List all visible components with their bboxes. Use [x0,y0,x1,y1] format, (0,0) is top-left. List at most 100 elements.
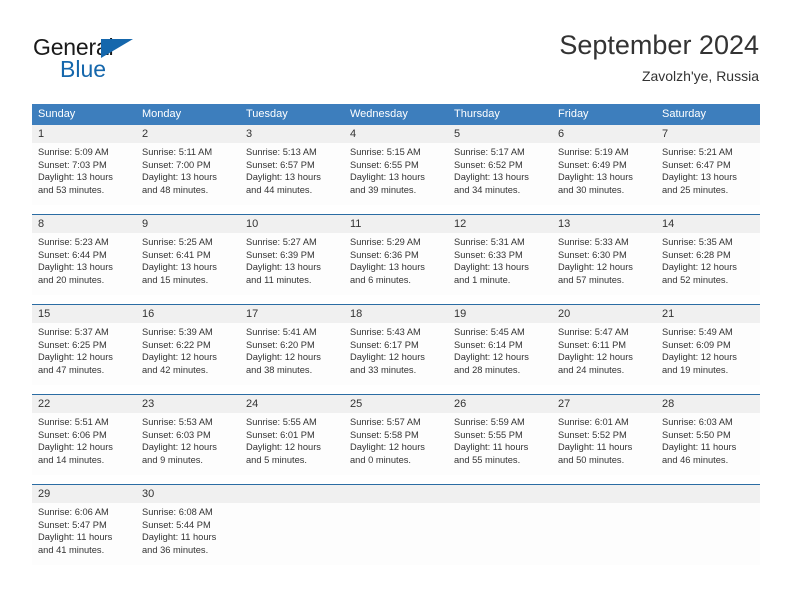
sunrise-text: Sunrise: 5:57 AM [350,417,421,427]
page-header: General Blue September 2024 Zavolzh'ye, … [0,0,792,100]
day-number[interactable]: 27 [552,395,656,413]
day-number[interactable]: 8 [32,215,136,233]
day-number[interactable]: 16 [136,305,240,323]
day-cell[interactable]: Sunrise: 5:47 AM Sunset: 6:11 PM Dayligh… [552,323,656,385]
brand-logo[interactable]: General Blue [33,34,243,86]
daylight-text-line2: and 48 minutes. [142,184,209,195]
day-number[interactable]: 5 [448,125,552,143]
day-cell[interactable]: Sunrise: 5:29 AM Sunset: 6:36 PM Dayligh… [344,233,448,295]
day-cell[interactable]: Sunrise: 5:59 AM Sunset: 5:55 PM Dayligh… [448,413,552,475]
day-cell[interactable]: Sunrise: 5:37 AM Sunset: 6:25 PM Dayligh… [32,323,136,385]
daylight-text-line1: Daylight: 12 hours [38,352,113,363]
daylight-text-line2: and 19 minutes. [662,364,729,375]
day-number[interactable]: 13 [552,215,656,233]
sunset-text: Sunset: 6:03 PM [142,429,211,440]
day-number[interactable]: 30 [136,485,240,503]
day-cell[interactable]: Sunrise: 6:01 AM Sunset: 5:52 PM Dayligh… [552,413,656,475]
daylight-text-line2: and 24 minutes. [558,364,625,375]
daylight-text-line2: and 36 minutes. [142,544,209,555]
daylight-text-line2: and 52 minutes. [662,274,729,285]
week-day-number-bar: 8 9 10 11 12 13 14 [32,215,760,233]
day-cell[interactable]: Sunrise: 5:57 AM Sunset: 5:58 PM Dayligh… [344,413,448,475]
day-number[interactable]: 14 [656,215,760,233]
day-number[interactable]: 23 [136,395,240,413]
daylight-text-line1: Daylight: 12 hours [662,262,737,273]
day-cell[interactable]: Sunrise: 6:03 AM Sunset: 5:50 PM Dayligh… [656,413,760,475]
sunset-text: Sunset: 6:09 PM [662,339,731,350]
day-number[interactable]: 4 [344,125,448,143]
sunset-text: Sunset: 6:49 PM [558,159,627,170]
sunrise-text: Sunrise: 5:09 AM [38,147,109,157]
day-cell[interactable]: Sunrise: 5:31 AM Sunset: 6:33 PM Dayligh… [448,233,552,295]
sunset-text: Sunset: 6:11 PM [558,339,627,350]
week-detail-bar: Sunrise: 5:23 AM Sunset: 6:44 PM Dayligh… [32,233,760,295]
day-number[interactable]: 7 [656,125,760,143]
day-cell[interactable]: Sunrise: 6:06 AM Sunset: 5:47 PM Dayligh… [32,503,136,565]
day-number[interactable]: 25 [344,395,448,413]
day-number[interactable]: 19 [448,305,552,323]
day-number[interactable]: 15 [32,305,136,323]
day-cell[interactable]: Sunrise: 5:49 AM Sunset: 6:09 PM Dayligh… [656,323,760,385]
day-number[interactable]: 6 [552,125,656,143]
day-cell[interactable]: Sunrise: 5:17 AM Sunset: 6:52 PM Dayligh… [448,143,552,205]
day-cell[interactable]: Sunrise: 5:39 AM Sunset: 6:22 PM Dayligh… [136,323,240,385]
sunset-text: Sunset: 6:52 PM [454,159,523,170]
day-number[interactable]: 12 [448,215,552,233]
day-number[interactable]: 29 [32,485,136,503]
weekday-header-row: Sunday Monday Tuesday Wednesday Thursday… [32,104,760,125]
daylight-text-line2: and 50 minutes. [558,454,625,465]
day-number[interactable]: 26 [448,395,552,413]
day-number[interactable]: 1 [32,125,136,143]
day-cell[interactable]: Sunrise: 5:21 AM Sunset: 6:47 PM Dayligh… [656,143,760,205]
sunset-text: Sunset: 5:55 PM [454,429,523,440]
daylight-text-line1: Daylight: 12 hours [246,352,321,363]
sunrise-text: Sunrise: 5:15 AM [350,147,421,157]
day-cell[interactable]: Sunrise: 5:55 AM Sunset: 6:01 PM Dayligh… [240,413,344,475]
day-number[interactable]: 18 [344,305,448,323]
daylight-text-line1: Daylight: 12 hours [662,352,737,363]
day-cell[interactable]: Sunrise: 6:08 AM Sunset: 5:44 PM Dayligh… [136,503,240,565]
day-number[interactable]: 21 [656,305,760,323]
day-number[interactable]: 20 [552,305,656,323]
day-cell[interactable]: Sunrise: 5:27 AM Sunset: 6:39 PM Dayligh… [240,233,344,295]
day-number[interactable]: 2 [136,125,240,143]
day-cell[interactable]: Sunrise: 5:33 AM Sunset: 6:30 PM Dayligh… [552,233,656,295]
sunrise-text: Sunrise: 5:47 AM [558,327,629,337]
day-cell[interactable]: Sunrise: 5:23 AM Sunset: 6:44 PM Dayligh… [32,233,136,295]
day-cell[interactable]: Sunrise: 5:35 AM Sunset: 6:28 PM Dayligh… [656,233,760,295]
day-cell[interactable]: Sunrise: 5:19 AM Sunset: 6:49 PM Dayligh… [552,143,656,205]
sunset-text: Sunset: 5:47 PM [38,519,107,530]
sunset-text: Sunset: 6:36 PM [350,249,419,260]
daylight-text-line1: Daylight: 12 hours [558,262,633,273]
daylight-text-line2: and 11 minutes. [246,274,312,285]
day-number[interactable]: 9 [136,215,240,233]
day-cell[interactable]: Sunrise: 5:41 AM Sunset: 6:20 PM Dayligh… [240,323,344,385]
day-cell-empty [344,503,448,565]
day-cell[interactable]: Sunrise: 5:51 AM Sunset: 6:06 PM Dayligh… [32,413,136,475]
daylight-text-line2: and 6 minutes. [350,274,411,285]
week-day-number-bar: 1 2 3 4 5 6 7 [32,125,760,143]
day-cell[interactable]: Sunrise: 5:25 AM Sunset: 6:41 PM Dayligh… [136,233,240,295]
day-cell[interactable]: Sunrise: 5:45 AM Sunset: 6:14 PM Dayligh… [448,323,552,385]
day-cell[interactable]: Sunrise: 5:43 AM Sunset: 6:17 PM Dayligh… [344,323,448,385]
day-number[interactable]: 24 [240,395,344,413]
sunset-text: Sunset: 6:57 PM [246,159,315,170]
day-number[interactable]: 3 [240,125,344,143]
day-cell[interactable]: Sunrise: 5:09 AM Sunset: 7:03 PM Dayligh… [32,143,136,205]
day-number[interactable]: 11 [344,215,448,233]
daylight-text-line1: Daylight: 13 hours [662,172,737,183]
day-number[interactable]: 22 [32,395,136,413]
day-number[interactable]: 17 [240,305,344,323]
day-cell[interactable]: Sunrise: 5:53 AM Sunset: 6:03 PM Dayligh… [136,413,240,475]
weekday-header-thursday: Thursday [454,108,500,120]
day-cell[interactable]: Sunrise: 5:13 AM Sunset: 6:57 PM Dayligh… [240,143,344,205]
day-cell[interactable]: Sunrise: 5:15 AM Sunset: 6:55 PM Dayligh… [344,143,448,205]
day-cell[interactable]: Sunrise: 5:11 AM Sunset: 7:00 PM Dayligh… [136,143,240,205]
day-number[interactable]: 10 [240,215,344,233]
brand-name-blue: Blue [60,56,107,82]
daylight-text-line1: Daylight: 13 hours [454,172,529,183]
daylight-text-line2: and 39 minutes. [350,184,417,195]
week-detail-bar: Sunrise: 5:37 AM Sunset: 6:25 PM Dayligh… [32,323,760,385]
daylight-text-line2: and 47 minutes. [38,364,105,375]
day-number[interactable]: 28 [656,395,760,413]
